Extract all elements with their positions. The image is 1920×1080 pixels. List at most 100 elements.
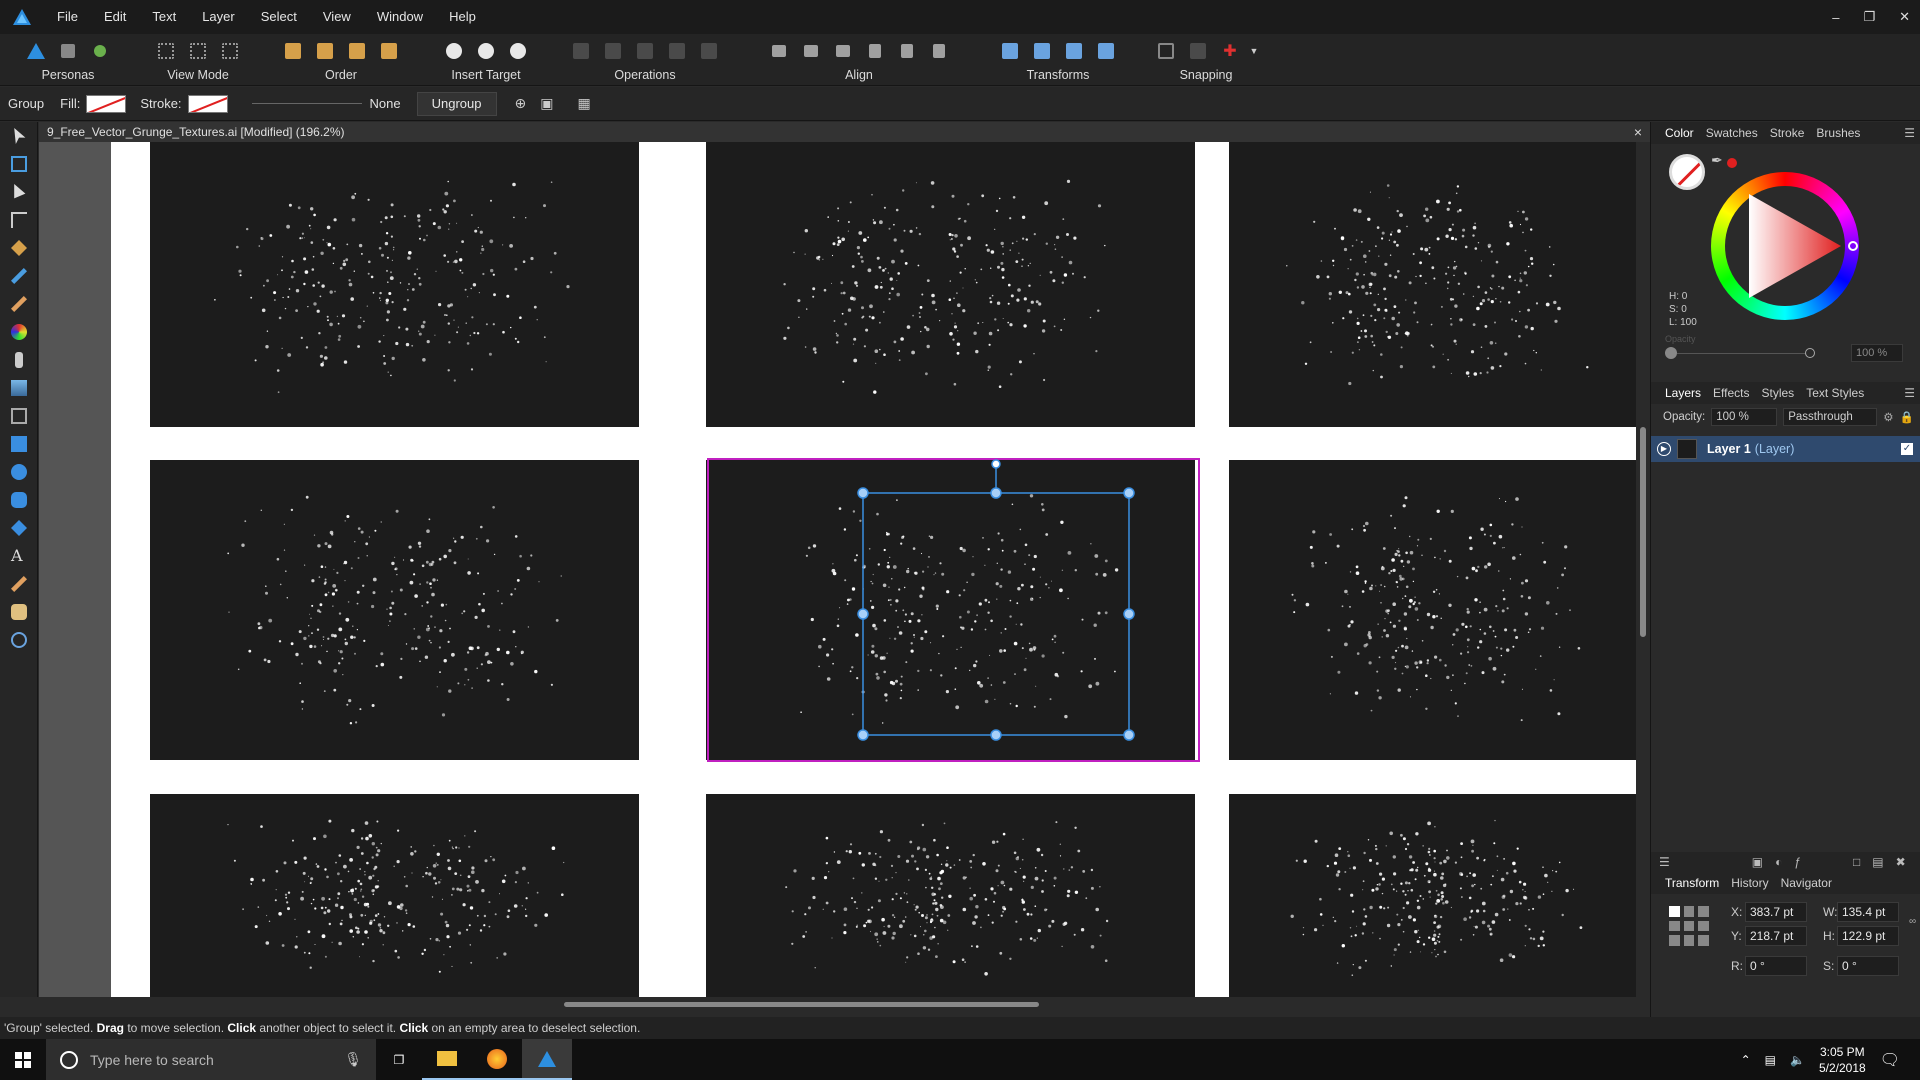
panel-menu-icon[interactable]: ☰ — [1904, 126, 1915, 140]
view-mode-pixel-icon[interactable] — [184, 38, 212, 64]
node-tool-icon[interactable] — [0, 178, 38, 206]
align-center-icon[interactable] — [797, 38, 825, 64]
tab-layers[interactable]: Layers — [1665, 386, 1701, 400]
adjustment-icon[interactable]: ◐ — [1775, 855, 1782, 869]
hide-selection-icon[interactable]: ▣ — [540, 95, 553, 112]
layer-expand-icon[interactable]: ▶ — [1657, 442, 1671, 456]
intersect-operation-icon[interactable] — [631, 38, 659, 64]
artistic-text-tool-icon[interactable]: A — [0, 542, 38, 570]
mask-layer-icon[interactable]: ▣ — [1752, 855, 1763, 869]
y-position-field[interactable]: 218.7 pt — [1745, 926, 1807, 946]
close-window-icon[interactable]: ✕ — [1899, 9, 1910, 25]
align-top-icon[interactable] — [861, 38, 889, 64]
menu-file[interactable]: File — [44, 0, 91, 34]
rotate-right-icon[interactable] — [1092, 38, 1120, 64]
canvas[interactable] — [39, 142, 1650, 997]
shape-tool-icon[interactable] — [0, 514, 38, 542]
add-layer-icon[interactable]: □ — [1853, 855, 1860, 869]
tab-stroke[interactable]: Stroke — [1770, 126, 1805, 140]
vector-brush-tool-icon[interactable] — [0, 290, 38, 318]
opacity-value-field[interactable]: 100 % — [1851, 344, 1903, 362]
delete-layer-icon[interactable]: ✖ — [1896, 855, 1906, 869]
tab-effects[interactable]: Effects — [1713, 386, 1749, 400]
rotate-left-icon[interactable] — [1060, 38, 1088, 64]
flip-horizontal-icon[interactable] — [996, 38, 1024, 64]
restore-icon[interactable]: ❐ — [1863, 9, 1875, 25]
transform-origin-icon[interactable]: ⊕ — [515, 95, 527, 112]
tab-swatches[interactable]: Swatches — [1706, 126, 1758, 140]
hue-handle[interactable] — [1848, 241, 1858, 251]
layer-lock-icon[interactable]: 🔒 — [1900, 410, 1914, 424]
move-tool-icon[interactable] — [0, 122, 38, 150]
menu-help[interactable]: Help — [436, 0, 489, 34]
texture-tile[interactable] — [1229, 794, 1649, 997]
zoom-tool-icon[interactable] — [0, 626, 38, 654]
xor-operation-icon[interactable] — [663, 38, 691, 64]
color-picker-icon[interactable]: ✒ — [1711, 152, 1723, 169]
export-persona-icon[interactable] — [86, 38, 114, 64]
snap-pixel-icon[interactable] — [1184, 38, 1212, 64]
current-color-dot[interactable] — [1727, 158, 1737, 168]
microphone-icon[interactable]: 🎙 — [344, 1051, 362, 1068]
texture-tile[interactable] — [706, 142, 1195, 427]
texture-tile[interactable] — [706, 794, 1195, 997]
minimize-icon[interactable]: – — [1832, 10, 1839, 25]
texture-tile[interactable] — [706, 460, 1195, 760]
fill-swatch[interactable] — [86, 94, 127, 113]
snapping-dropdown-chevron-icon[interactable]: ▼ — [1248, 38, 1260, 64]
color-wheel[interactable] — [1711, 172, 1859, 320]
width-field[interactable]: 135.4 pt — [1837, 902, 1899, 922]
move-to-back-icon[interactable] — [279, 38, 307, 64]
menu-layer[interactable]: Layer — [189, 0, 248, 34]
designer-persona-icon[interactable] — [22, 38, 50, 64]
anchor-point-selector[interactable] — [1669, 906, 1709, 946]
horizontal-scrollbar[interactable] — [39, 997, 1636, 1011]
snapping-magnet-icon[interactable]: ✚ — [1216, 38, 1244, 64]
add-operation-icon[interactable] — [567, 38, 595, 64]
document-tab[interactable]: 9_Free_Vector_Grunge_Textures.ai [Modifi… — [39, 122, 1650, 142]
menu-window[interactable]: Window — [364, 0, 436, 34]
place-image-tool-icon[interactable] — [0, 374, 38, 402]
artboard[interactable] — [111, 142, 1650, 997]
align-right-icon[interactable] — [829, 38, 857, 64]
layers-panel-menu-icon[interactable]: ☰ — [1904, 386, 1915, 400]
stroke-style-preview[interactable] — [251, 103, 362, 104]
menu-edit[interactable]: Edit — [91, 0, 139, 34]
ungroup-button[interactable]: Ungroup — [416, 91, 497, 116]
windows-start-icon[interactable] — [0, 1039, 46, 1080]
tab-text-styles[interactable]: Text Styles — [1806, 386, 1864, 400]
move-forward-one-icon[interactable] — [343, 38, 371, 64]
opacity-slider[interactable] — [1665, 347, 1815, 359]
vertical-scrollbar[interactable] — [1636, 142, 1650, 997]
task-view-icon[interactable]: ❐ — [376, 1039, 422, 1080]
crop-tool-icon[interactable] — [0, 402, 38, 430]
volume-icon[interactable]: 🔈 — [1790, 1053, 1805, 1067]
tab-color[interactable]: Color — [1665, 126, 1694, 140]
stroke-swatch[interactable] — [187, 94, 228, 113]
tab-history[interactable]: History — [1731, 876, 1768, 890]
fx-icon[interactable]: ƒ — [1794, 855, 1801, 869]
tab-transform[interactable]: Transform — [1665, 876, 1719, 890]
layer-stack-icon[interactable]: ☰ — [1659, 855, 1670, 869]
divide-operation-icon[interactable] — [695, 38, 723, 64]
tab-brushes[interactable]: Brushes — [1816, 126, 1860, 140]
insert-top-icon[interactable] — [472, 38, 500, 64]
rotation-field[interactable]: 0 ° — [1745, 956, 1807, 976]
view-mode-vector-icon[interactable] — [152, 38, 180, 64]
tab-styles[interactable]: Styles — [1762, 386, 1795, 400]
align-left-icon[interactable] — [765, 38, 793, 64]
action-center-icon[interactable]: 🗨 — [1880, 1050, 1900, 1070]
texture-tile[interactable] — [150, 142, 639, 427]
file-explorer-icon[interactable] — [422, 1039, 472, 1080]
fill-stroke-selector[interactable] — [1669, 154, 1705, 190]
lock-aspect-ratio-icon[interactable]: ∞ — [1909, 916, 1916, 927]
flip-vertical-icon[interactable] — [1028, 38, 1056, 64]
network-icon[interactable]: ▤ — [1765, 1053, 1776, 1067]
layer-visibility-checkbox[interactable]: ✓ — [1901, 443, 1913, 455]
shear-field[interactable]: 0 ° — [1837, 956, 1899, 976]
fill-tool-icon[interactable] — [0, 318, 38, 346]
rounded-rectangle-tool-icon[interactable] — [0, 486, 38, 514]
affinity-designer-taskbar-icon[interactable] — [522, 1039, 572, 1080]
move-to-front-icon[interactable] — [375, 38, 403, 64]
blend-mode-select[interactable]: Passthrough — [1783, 408, 1878, 426]
